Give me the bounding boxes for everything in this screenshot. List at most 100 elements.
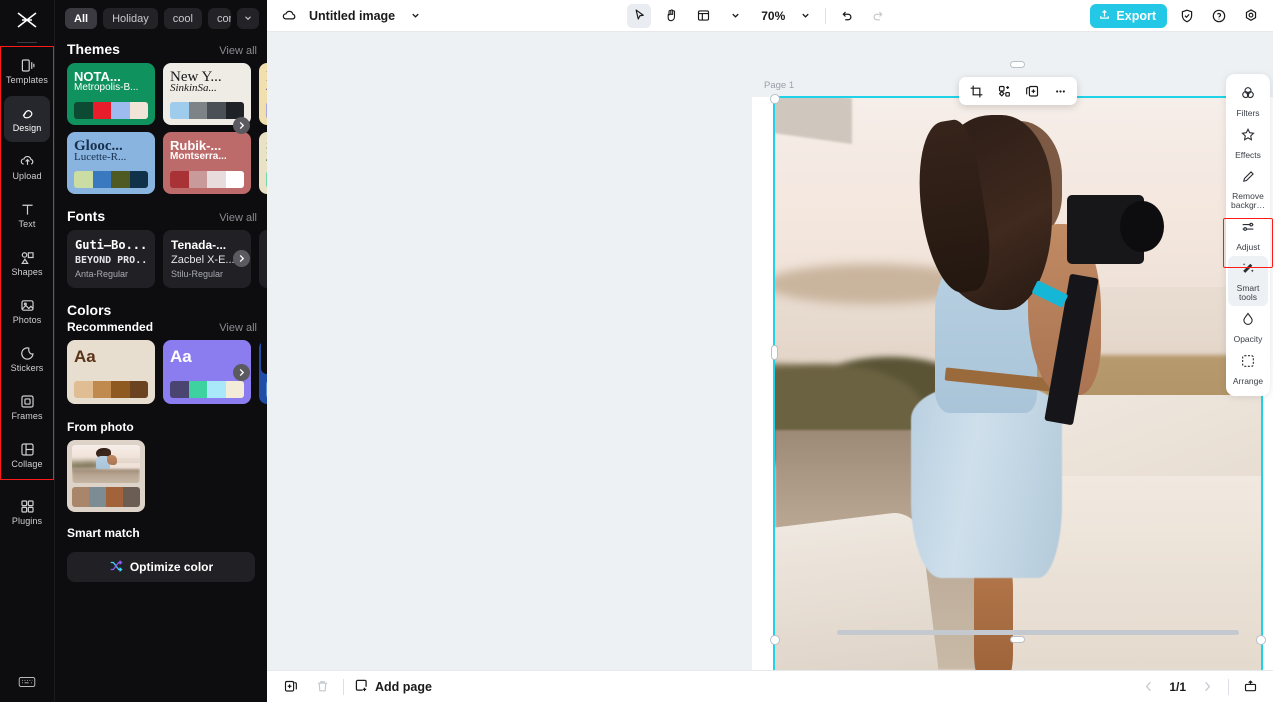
tool-effects[interactable]: Effects: [1228, 122, 1268, 164]
theme-card[interactable]: I A: [259, 63, 267, 125]
font-card-line3: Stilu-Regular: [171, 269, 224, 279]
font-card-line1: Guti–Bo...: [75, 238, 147, 252]
font-card[interactable]: Guti–Bo... BEYOND PRO... Anta-Regular: [67, 230, 155, 288]
sidebar-item-frames[interactable]: Frames: [4, 384, 50, 430]
shield-icon[interactable]: [1175, 4, 1199, 28]
keyboard-icon: [18, 675, 36, 694]
sidebar-item-photos[interactable]: Photos: [4, 288, 50, 334]
remove-background-button[interactable]: [991, 79, 1017, 103]
themes-row-1: NOTA... Metropolis-B... New Y... SinkinS…: [55, 63, 267, 134]
resize-handle-bottom-left[interactable]: [770, 635, 780, 645]
layout-dropdown-button[interactable]: [723, 4, 747, 28]
recommended-header: Recommended View all: [55, 320, 267, 340]
sidebar-item-label: Shapes: [11, 266, 43, 277]
chip-all[interactable]: All: [65, 8, 98, 29]
chips-expand-button[interactable]: [237, 8, 259, 29]
color-card-preview: Aa: [74, 347, 96, 366]
resize-handle-bottom-right[interactable]: [1256, 635, 1266, 645]
settings-icon[interactable]: [1239, 4, 1263, 28]
themes-row-2: Glooc... Lucette-R... Rubik-... Montserr…: [55, 132, 267, 194]
sidebar-item-stickers[interactable]: Stickers: [4, 336, 50, 382]
themes-next-button[interactable]: [233, 117, 250, 134]
from-photo-card[interactable]: [67, 440, 145, 512]
sidebar-item-text[interactable]: Text: [4, 192, 50, 238]
sidebar-item-label: Plugins: [11, 515, 43, 526]
sidebar-item-plugins[interactable]: Plugins: [4, 489, 50, 535]
undo-button[interactable]: [834, 4, 858, 28]
from-photo-header: From photo: [55, 414, 267, 440]
tool-remove-background[interactable]: Remove backgr…: [1228, 164, 1268, 214]
redo-button[interactable]: [866, 4, 890, 28]
plugins-icon: [19, 498, 36, 515]
filters-icon: [1240, 85, 1256, 106]
tool-adjust[interactable]: Adjust: [1228, 214, 1268, 256]
export-button[interactable]: Export: [1090, 3, 1167, 28]
tool-opacity[interactable]: Opacity: [1228, 306, 1268, 348]
canvas-area[interactable]: Page 1 Filters Effects Remove backgr… Ad…: [267, 32, 1273, 670]
resize-handle-top-left[interactable]: [770, 94, 780, 104]
theme-card[interactable]: NOTA... Metropolis-B...: [67, 63, 155, 125]
section-title-fonts: Fonts: [67, 208, 106, 224]
colors-view-all[interactable]: View all: [219, 322, 257, 334]
zoom-dropdown-button[interactable]: [793, 4, 817, 28]
chip-holiday[interactable]: Holiday: [103, 8, 158, 29]
from-photo-swatches: [72, 487, 140, 507]
colors-next-button[interactable]: [233, 364, 250, 381]
document-title[interactable]: Untitled image: [309, 9, 395, 23]
delete-page-button[interactable]: [311, 676, 333, 698]
chip-cool[interactable]: cool: [163, 8, 202, 29]
theme-card[interactable]: Glooc... Lucette-R...: [67, 132, 155, 194]
add-page-label: Add page: [375, 679, 432, 694]
sidebar-item-design[interactable]: Design: [4, 96, 50, 142]
tool-filters[interactable]: Filters: [1228, 80, 1268, 122]
duplicate-button[interactable]: [1019, 79, 1045, 103]
sidebar-item-collage[interactable]: Collage: [4, 432, 50, 478]
keyboard-shortcuts-button[interactable]: [0, 675, 54, 694]
prev-page-button[interactable]: [1137, 676, 1159, 698]
chip-concise[interactable]: concise: [207, 8, 231, 29]
theme-card[interactable]: New Y... SinkinSa...: [163, 63, 251, 125]
resize-handle-bottom[interactable]: [1010, 636, 1025, 643]
add-page-button[interactable]: Add page: [354, 678, 432, 696]
horizontal-scrollbar[interactable]: [837, 630, 1239, 635]
optimize-color-label: Optimize color: [129, 560, 214, 574]
font-card-line2: BEYOND PRO...: [75, 255, 147, 266]
duplicate-page-button[interactable]: [279, 676, 301, 698]
hand-tool-button[interactable]: [659, 4, 683, 28]
themes-view-all[interactable]: View all: [219, 45, 257, 57]
sidebar-item-shapes[interactable]: Shapes: [4, 240, 50, 286]
font-card[interactable]: G Ha: [259, 230, 267, 288]
sidebar-item-upload[interactable]: Upload: [4, 144, 50, 190]
fonts-next-button[interactable]: [233, 250, 250, 267]
cloud-icon[interactable]: [277, 4, 301, 28]
left-rail: Templates Design Upload Text Shapes Phot…: [0, 0, 54, 702]
optimize-color-button[interactable]: Optimize color: [67, 552, 255, 582]
select-tool-button[interactable]: [627, 3, 652, 28]
bottom-divider-2: [1228, 678, 1229, 695]
present-button[interactable]: [1239, 676, 1261, 698]
tool-label: Effects: [1235, 150, 1261, 160]
sidebar-item-templates[interactable]: Templates: [4, 48, 50, 94]
tool-arrange[interactable]: Arrange: [1228, 348, 1268, 390]
app-logo[interactable]: [0, 4, 54, 36]
photo-skirt: [911, 384, 1062, 579]
layout-tool-button[interactable]: [691, 4, 715, 28]
title-dropdown-button[interactable]: [403, 4, 427, 28]
crop-button[interactable]: [963, 79, 989, 103]
color-card[interactable]: Aa: [67, 340, 155, 404]
theme-card[interactable]: Rubik-... Montserra...: [163, 132, 251, 194]
more-options-button[interactable]: [1047, 79, 1073, 103]
help-icon[interactable]: [1207, 4, 1231, 28]
theme-card-subtitle: Montserra...: [170, 151, 227, 162]
tool-smart-tools[interactable]: Smart tools: [1228, 256, 1268, 306]
resize-handle-left[interactable]: [771, 345, 778, 360]
theme-card[interactable]: S Z: [259, 132, 267, 194]
filter-chips: All Holiday cool concise: [55, 0, 267, 35]
upload-icon: [19, 153, 36, 170]
selected-image[interactable]: [773, 96, 1263, 670]
panel-resize-handle[interactable]: [261, 330, 267, 374]
design-icon: [19, 105, 36, 122]
resize-handle-top[interactable]: [1010, 61, 1025, 68]
next-page-button[interactable]: [1196, 676, 1218, 698]
fonts-view-all[interactable]: View all: [219, 212, 257, 224]
